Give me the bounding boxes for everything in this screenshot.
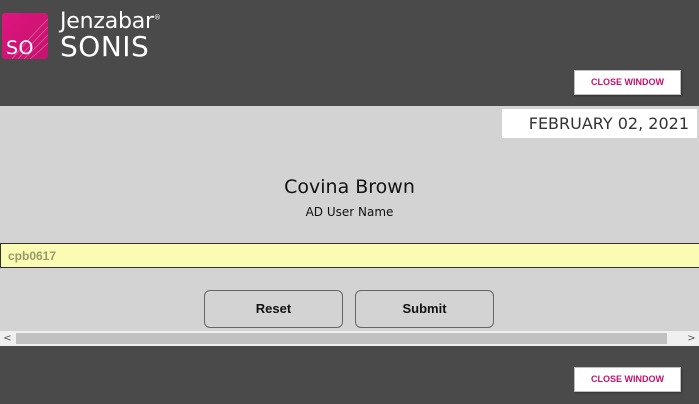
date-display: FEBRUARY 02, 2021: [502, 109, 697, 138]
reset-button[interactable]: Reset: [204, 290, 343, 328]
close-window-button-bottom[interactable]: CLOSE WINDOW: [574, 367, 681, 392]
horizontal-scrollbar[interactable]: < >: [0, 331, 699, 346]
trademark-mark: ®: [153, 13, 161, 22]
logo-mark-text: SO: [6, 37, 35, 59]
footer-bar: CLOSE WINDOW: [0, 346, 699, 404]
ad-username-label: AD User Name: [305, 205, 394, 219]
user-full-name: Covina Brown: [284, 176, 415, 198]
scroll-right-arrow-icon[interactable]: >: [684, 331, 699, 346]
close-window-button-top[interactable]: CLOSE WINDOW: [574, 70, 681, 95]
sonis-logo-icon: SO: [2, 13, 48, 59]
scroll-left-arrow-icon[interactable]: <: [0, 331, 15, 346]
header-bar: SO Jenzabar® SONIS CLOSE WINDOW: [0, 0, 699, 106]
ad-username-input[interactable]: [0, 243, 699, 268]
product-name: SONIS: [60, 30, 150, 63]
scrollbar-thumb[interactable]: [16, 333, 667, 344]
submit-button[interactable]: Submit: [355, 290, 494, 328]
